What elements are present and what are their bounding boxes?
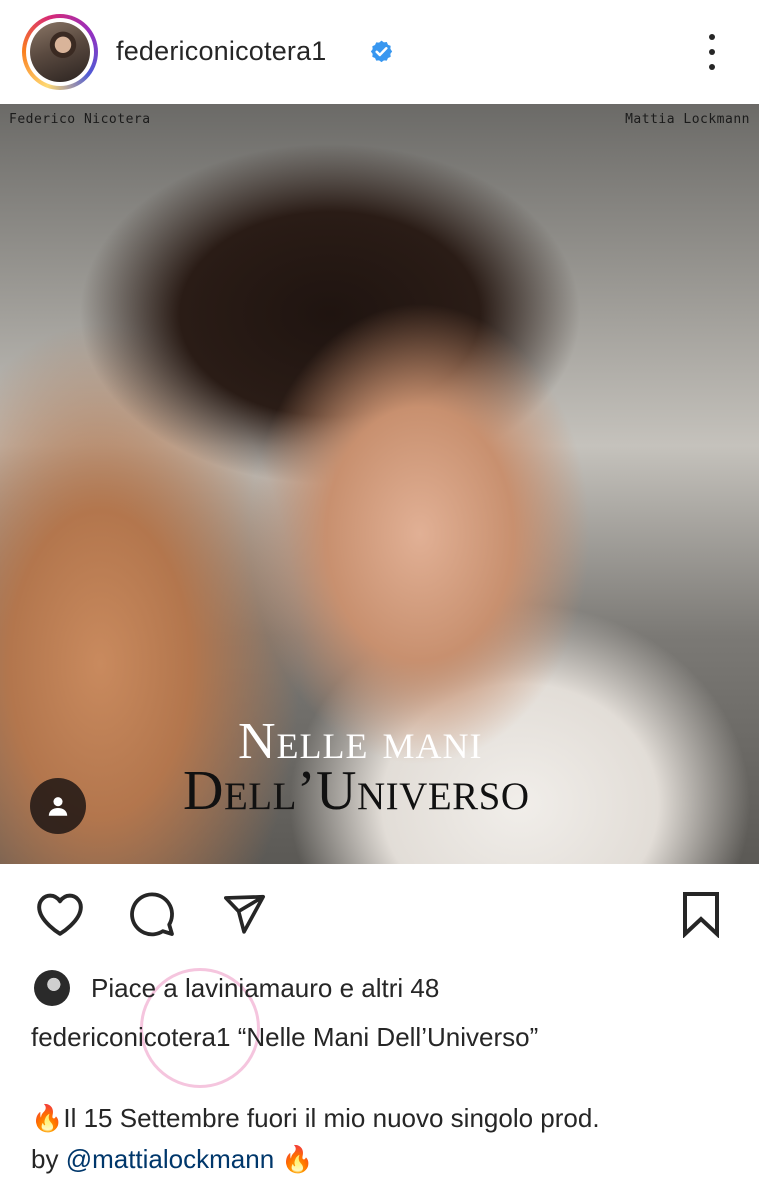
photo-credit-right: Mattia Lockmann <box>625 112 750 127</box>
cover-title-line2: Dell’Universo <box>183 760 530 822</box>
action-bar <box>0 864 759 960</box>
likes-text: Piace a laviniamauro e altri 48 <box>91 972 440 1003</box>
liker-avatar <box>34 970 70 1006</box>
caption-line2: by @mattialockmann 🔥 <box>31 1144 314 1174</box>
comment-icon <box>130 892 174 937</box>
more-vertical-icon <box>709 34 715 40</box>
caption-title-text: “Nelle Mani Dell’Universo” <box>237 1022 539 1052</box>
like-button[interactable] <box>35 889 85 939</box>
caption-line1: 🔥Il 15 Settembre fuori il mio nuovo sing… <box>31 1103 600 1133</box>
caption-body: 🔥Il 15 Settembre fuori il mio nuovo sing… <box>31 1098 731 1180</box>
post-header: federiconicotera1 <box>0 0 759 104</box>
more-options-button[interactable] <box>700 34 724 70</box>
heart-icon <box>37 893 83 936</box>
verified-badge-icon <box>370 40 393 63</box>
photo-credit-left: Federico Nicotera <box>9 112 151 127</box>
likes-row[interactable]: Piace a laviniamauro e altri 48 <box>34 970 439 1006</box>
mention-link[interactable]: @mattialockmann <box>66 1144 274 1174</box>
profile-avatar[interactable] <box>22 14 98 90</box>
share-button[interactable] <box>219 889 269 939</box>
username-link[interactable]: federiconicotera1 <box>116 36 327 67</box>
comment-button[interactable] <box>127 889 177 939</box>
caption-title: federiconicotera1 “Nelle Mani Dell’Unive… <box>31 1022 538 1053</box>
caption-username[interactable]: federiconicotera1 <box>31 1022 230 1052</box>
save-button[interactable] <box>676 889 726 939</box>
share-icon <box>223 894 265 934</box>
tagged-people-button[interactable] <box>30 778 86 834</box>
post-image[interactable]: Federico Nicotera Mattia Lockmann Nelle … <box>0 104 759 864</box>
user-tag-icon <box>48 797 68 816</box>
bookmark-icon <box>683 892 719 938</box>
avatar-image <box>30 22 90 82</box>
